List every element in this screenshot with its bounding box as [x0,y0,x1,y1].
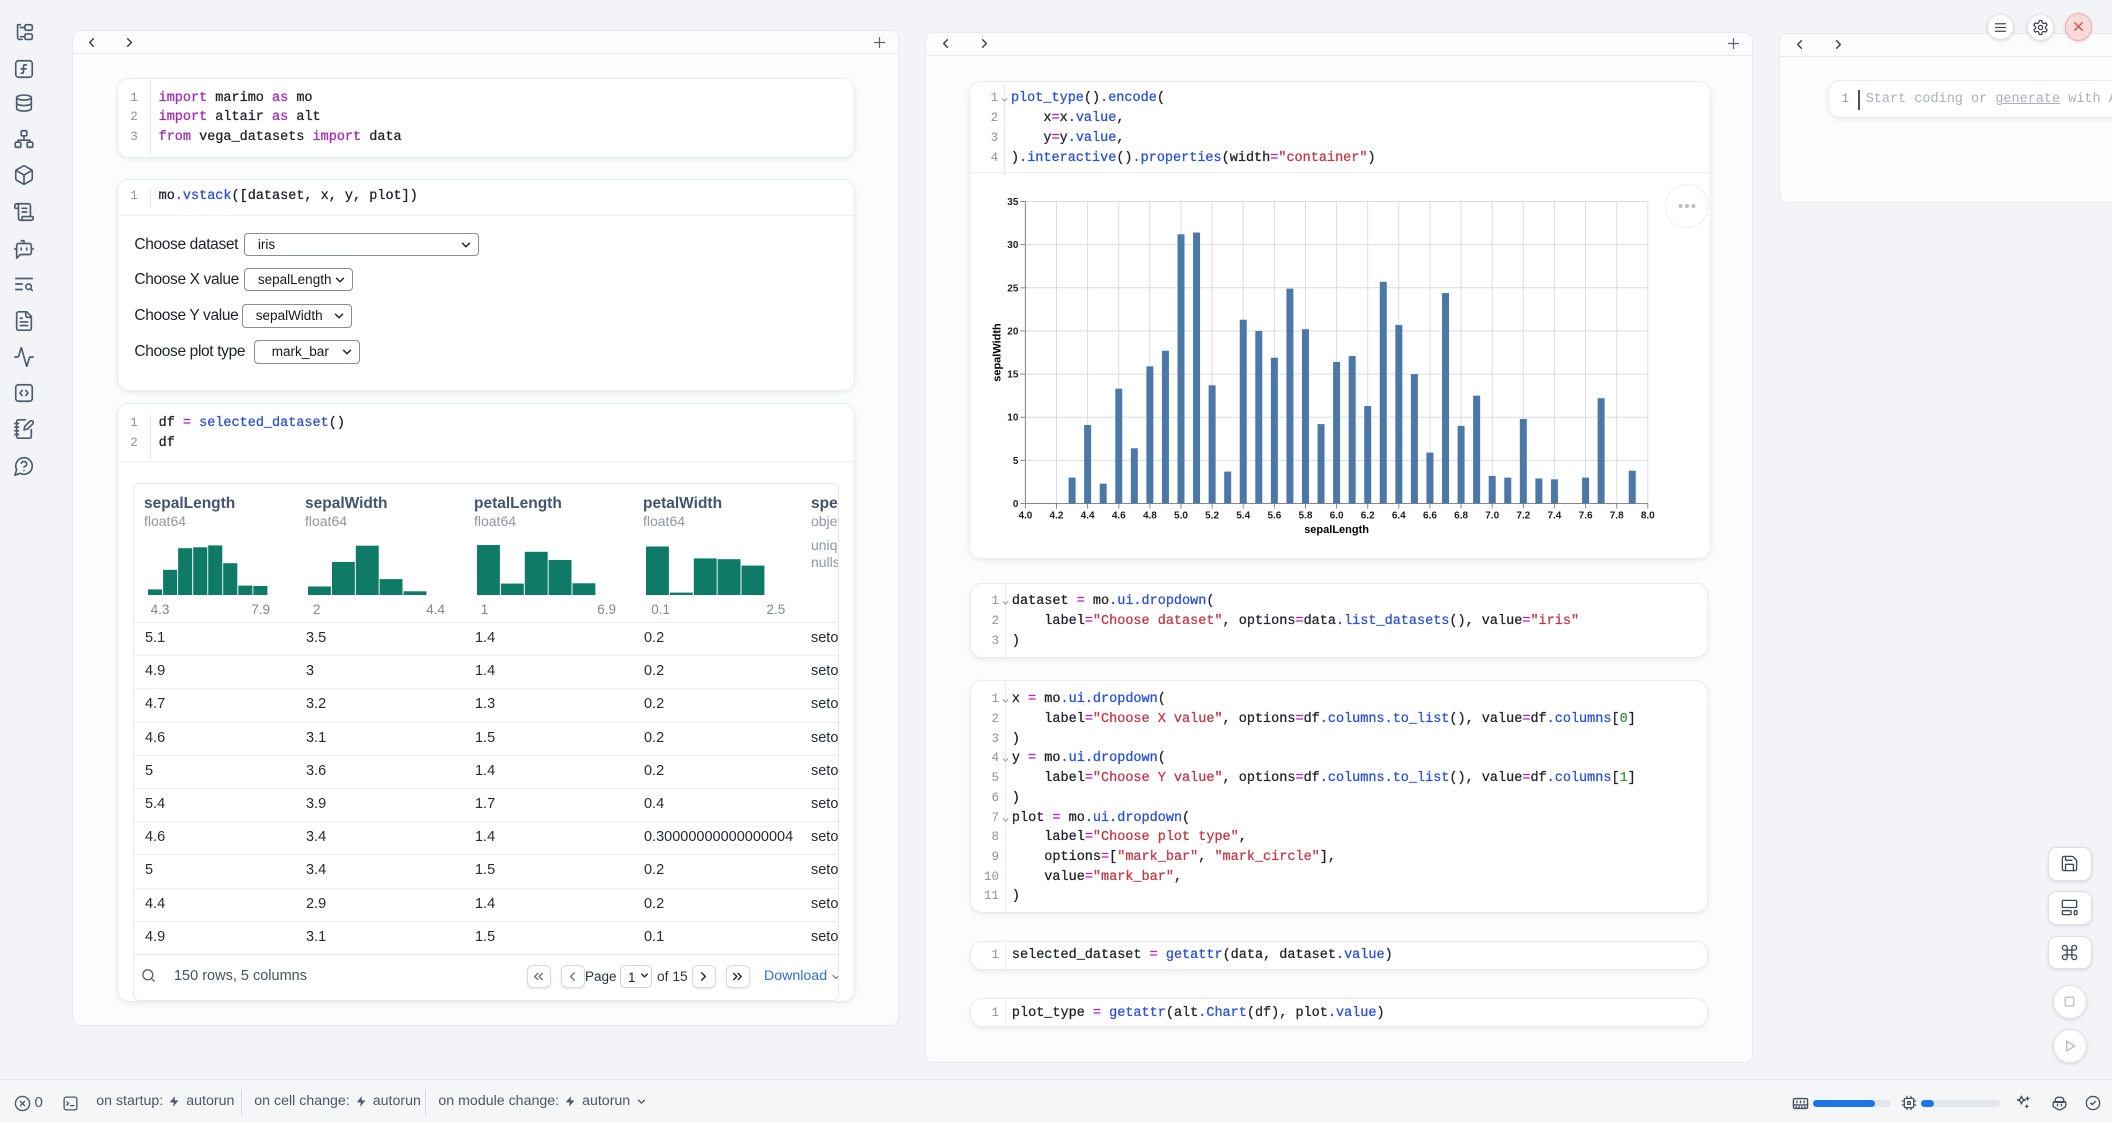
svg-text:5: 5 [1013,456,1019,467]
svg-text:10: 10 [1007,413,1019,424]
svg-text:4.0: 4.0 [1018,511,1032,522]
svg-text:4.2: 4.2 [1050,511,1064,522]
svg-text:7.0: 7.0 [1485,511,1499,522]
svg-text:4.4: 4.4 [1081,511,1095,522]
svg-text:6.2: 6.2 [1361,511,1375,522]
svg-text:7.4: 7.4 [1547,511,1561,522]
svg-text:4.8: 4.8 [1143,511,1157,522]
svg-text:6.0: 6.0 [1330,511,1344,522]
svg-text:5.4: 5.4 [1236,511,1250,522]
svg-text:7.2: 7.2 [1516,511,1530,522]
svg-text:30: 30 [1007,240,1019,251]
svg-text:6.8: 6.8 [1454,511,1468,522]
svg-text:15: 15 [1007,370,1019,381]
svg-text:5.8: 5.8 [1299,511,1313,522]
svg-text:35: 35 [1007,197,1019,208]
svg-text:25: 25 [1007,283,1019,294]
svg-text:7.6: 7.6 [1579,511,1593,522]
svg-text:6.6: 6.6 [1423,511,1437,522]
svg-text:7.8: 7.8 [1610,511,1624,522]
svg-text:sepalLength: sepalLength [1304,524,1369,536]
svg-text:20: 20 [1007,326,1019,337]
svg-text:5.0: 5.0 [1174,511,1188,522]
svg-text:0: 0 [1013,499,1019,510]
svg-text:5.2: 5.2 [1205,511,1219,522]
svg-text:4.6: 4.6 [1112,511,1126,522]
svg-text:6.4: 6.4 [1392,511,1406,522]
svg-text:8.0: 8.0 [1641,511,1655,522]
svg-text:sepalWidth: sepalWidth [991,323,1003,382]
svg-text:5.6: 5.6 [1267,511,1281,522]
